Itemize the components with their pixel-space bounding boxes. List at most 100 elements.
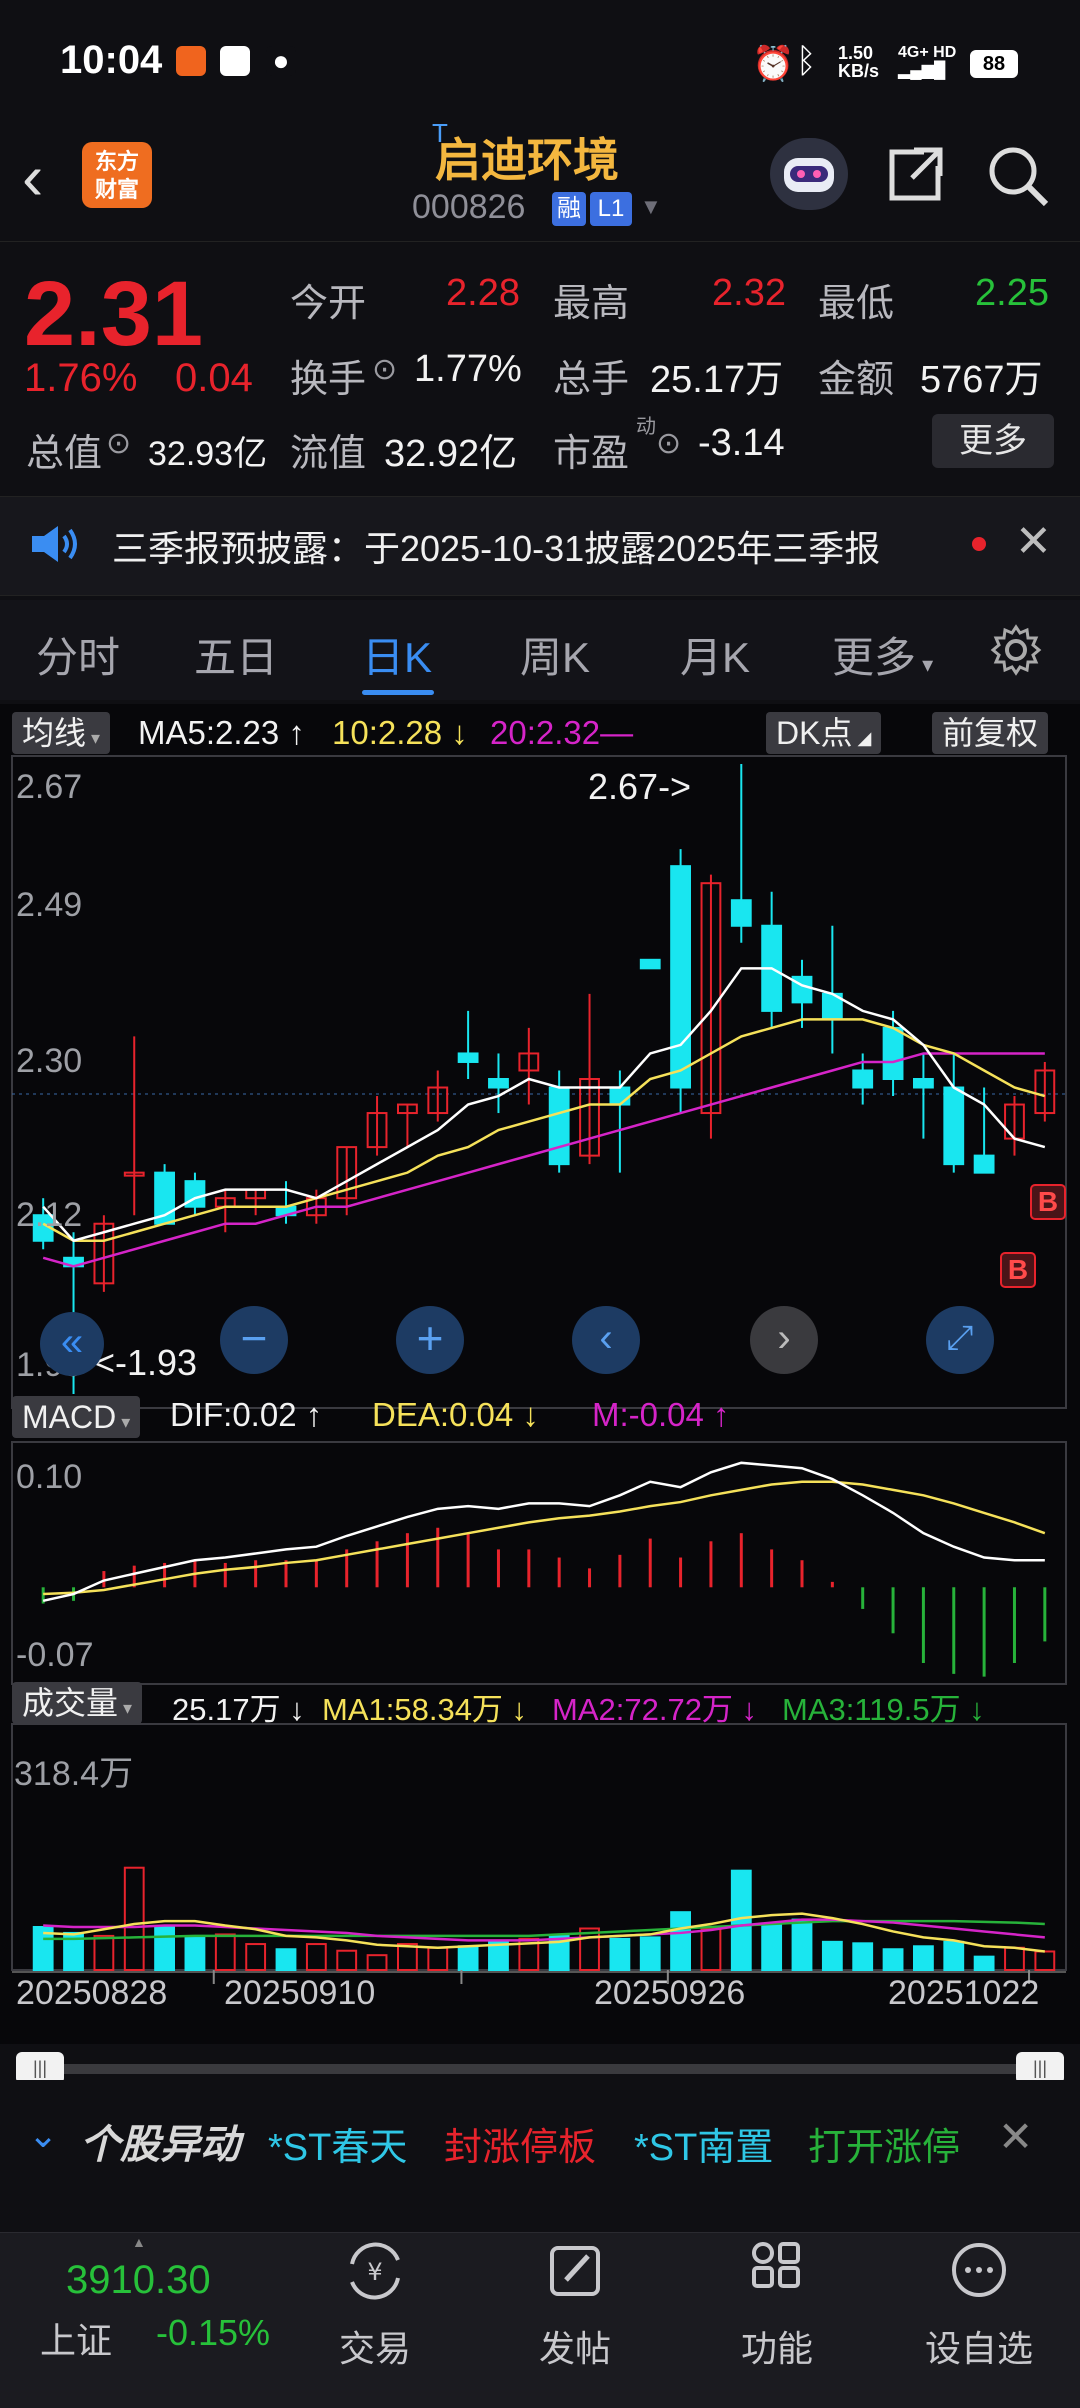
volume-bar bbox=[609, 1937, 631, 1972]
index-change[interactable]: -0.15% bbox=[156, 2312, 270, 2354]
turnover-value: 1.77% bbox=[414, 348, 522, 390]
bluetooth-icon: ᛒ bbox=[796, 42, 817, 80]
volume-indicator-select[interactable]: 成交量 ▾ bbox=[12, 1682, 143, 1724]
alert-stock[interactable]: *ST南置 bbox=[634, 2116, 773, 2171]
candle-body bbox=[639, 958, 661, 970]
change-amount: 0.04 bbox=[175, 356, 253, 400]
candle-body bbox=[548, 1086, 570, 1166]
volume-value: 25.17万 bbox=[650, 359, 784, 401]
back-icon[interactable]: ‹ bbox=[22, 140, 43, 214]
zoom-in-button[interactable]: + bbox=[396, 1306, 464, 1374]
candle-body bbox=[488, 1078, 509, 1089]
vol-ma2-legend: MA2:72.72万 ↓ bbox=[552, 1692, 758, 1727]
zoom-out-button[interactable]: − bbox=[220, 1306, 288, 1374]
candle-body bbox=[882, 1026, 904, 1080]
scroll-right-button[interactable]: › bbox=[750, 1306, 818, 1374]
add-watchlist-icon[interactable] bbox=[904, 2238, 1054, 2315]
chevron-down-icon[interactable]: ▼ bbox=[640, 194, 662, 220]
macd-panel-frame bbox=[11, 1441, 1067, 1685]
notice-text[interactable]: 三季报预披露：于2025-10-31披露2025年三季报 bbox=[112, 520, 880, 572]
app-logo[interactable]: 东方 财富 bbox=[82, 142, 152, 208]
tab-intraday[interactable]: 分时 bbox=[36, 624, 120, 685]
volume-bar bbox=[579, 1927, 600, 1971]
volume-bar bbox=[1004, 1946, 1025, 1971]
index-name[interactable]: 上证 bbox=[40, 2312, 112, 2364]
buy-signal-marker[interactable]: B bbox=[1030, 1184, 1066, 1220]
min-price-marker: <-1.93 bbox=[94, 1342, 198, 1383]
share-icon[interactable] bbox=[884, 142, 948, 211]
stock-name[interactable]: 启迪环境 bbox=[435, 124, 619, 190]
tab-five-day[interactable]: 五日 bbox=[194, 624, 278, 685]
info-icon[interactable]: ⊙ bbox=[106, 426, 131, 461]
candle-body bbox=[730, 899, 752, 927]
pe-label: 市盈 bbox=[553, 433, 630, 475]
current-price: 2.31 bbox=[24, 263, 204, 365]
stock-alerts-title[interactable]: 个股异动 bbox=[80, 2112, 240, 2170]
range-slider-track[interactable] bbox=[18, 2064, 1058, 2074]
high-value: 2.32 bbox=[712, 272, 786, 314]
nav-post[interactable]: 发帖 bbox=[500, 2320, 650, 2372]
chart-menu-icon[interactable]: « bbox=[40, 1312, 104, 1376]
ma-lines-group bbox=[42, 967, 1046, 1268]
trade-icon[interactable]: ¥ bbox=[300, 2238, 450, 2315]
mktcap-label: 总值 bbox=[26, 433, 103, 475]
float-label: 流值 bbox=[290, 433, 367, 475]
scroll-left-button[interactable]: ‹ bbox=[572, 1306, 640, 1374]
volume-bar bbox=[427, 1946, 449, 1971]
post-icon[interactable] bbox=[500, 2238, 650, 2315]
dea-line bbox=[43, 1480, 1046, 1596]
fullscreen-icon[interactable]: ⤢ bbox=[926, 1306, 994, 1374]
amount-label: 金额 bbox=[818, 359, 895, 401]
price-axis-label: 2.12 bbox=[16, 1196, 83, 1234]
macd-group bbox=[41, 1461, 1047, 1677]
volume-bar bbox=[821, 1940, 843, 1972]
volume-bar bbox=[366, 1954, 388, 1972]
high-label: 最高 bbox=[553, 283, 630, 325]
candle-body bbox=[943, 1086, 965, 1166]
macd-indicator-select[interactable]: MACD ▾ bbox=[12, 1396, 141, 1438]
close-icon[interactable]: ✕ bbox=[1015, 516, 1052, 567]
nav-functions[interactable]: 功能 bbox=[702, 2320, 852, 2372]
settings-gear-icon[interactable] bbox=[990, 624, 1042, 681]
alert-event: 打开涨停 bbox=[808, 2127, 961, 2169]
dif-line bbox=[42, 1461, 1045, 1603]
chevron-down-icon[interactable]: ⌄ bbox=[28, 2114, 58, 2156]
macd-axis-bottom: -0.07 bbox=[16, 1636, 94, 1674]
nav-add-watchlist[interactable]: 设自选 bbox=[904, 2320, 1054, 2372]
nav-trade[interactable]: 交易 bbox=[300, 2320, 450, 2372]
volume-group bbox=[32, 1866, 1056, 1972]
net-speed: 1.50 KB/s bbox=[838, 43, 880, 81]
tab-monthly-k[interactable]: 月K bbox=[680, 624, 750, 685]
candle-body bbox=[457, 1052, 479, 1063]
search-icon[interactable] bbox=[986, 144, 1050, 213]
alarm-icon: ⏰ bbox=[752, 45, 795, 83]
expand-arrow-icon[interactable]: ▲ bbox=[132, 2234, 146, 2250]
tab-weekly-k[interactable]: 周K bbox=[520, 624, 590, 685]
volume-bar bbox=[1034, 1950, 1056, 1971]
unread-dot bbox=[972, 537, 986, 551]
volume-bar bbox=[973, 1955, 995, 1972]
candle-body bbox=[973, 1154, 995, 1174]
vol-ma1-legend: MA1:58.34万 ↓ bbox=[322, 1692, 528, 1727]
volume-bar bbox=[154, 1926, 175, 1971]
robot-assistant-icon[interactable] bbox=[770, 138, 848, 210]
close-icon[interactable]: ✕ bbox=[998, 2112, 1033, 2161]
date-axis-label: 20250926 bbox=[594, 1974, 746, 2012]
svg-text:¥: ¥ bbox=[367, 2258, 382, 2286]
alert-stock[interactable]: *ST春天 bbox=[268, 2116, 407, 2171]
more-quote-button[interactable]: 更多 bbox=[932, 414, 1054, 468]
info-icon[interactable]: ⊙ bbox=[372, 352, 397, 387]
price-axis-label: 2.30 bbox=[16, 1042, 83, 1080]
functions-icon[interactable] bbox=[702, 2238, 852, 2315]
info-icon[interactable]: ⊙ bbox=[656, 426, 681, 461]
index-value[interactable]: 3910.30 bbox=[66, 2258, 211, 2303]
price-axis-label: 2.67 bbox=[16, 768, 83, 806]
price-axis-label: 2.49 bbox=[16, 886, 83, 924]
buy-signal-marker[interactable]: B bbox=[1000, 1252, 1036, 1288]
ma5-line bbox=[42, 967, 1046, 1243]
qq-icon: ● bbox=[266, 46, 296, 76]
tab-daily-k[interactable]: 日K bbox=[362, 624, 432, 685]
tab-more[interactable]: 更多 ▾ bbox=[832, 624, 933, 685]
dea-legend: DEA:0.04 ↓ bbox=[372, 1396, 539, 1433]
amount-value: 5767万 bbox=[920, 359, 1043, 401]
